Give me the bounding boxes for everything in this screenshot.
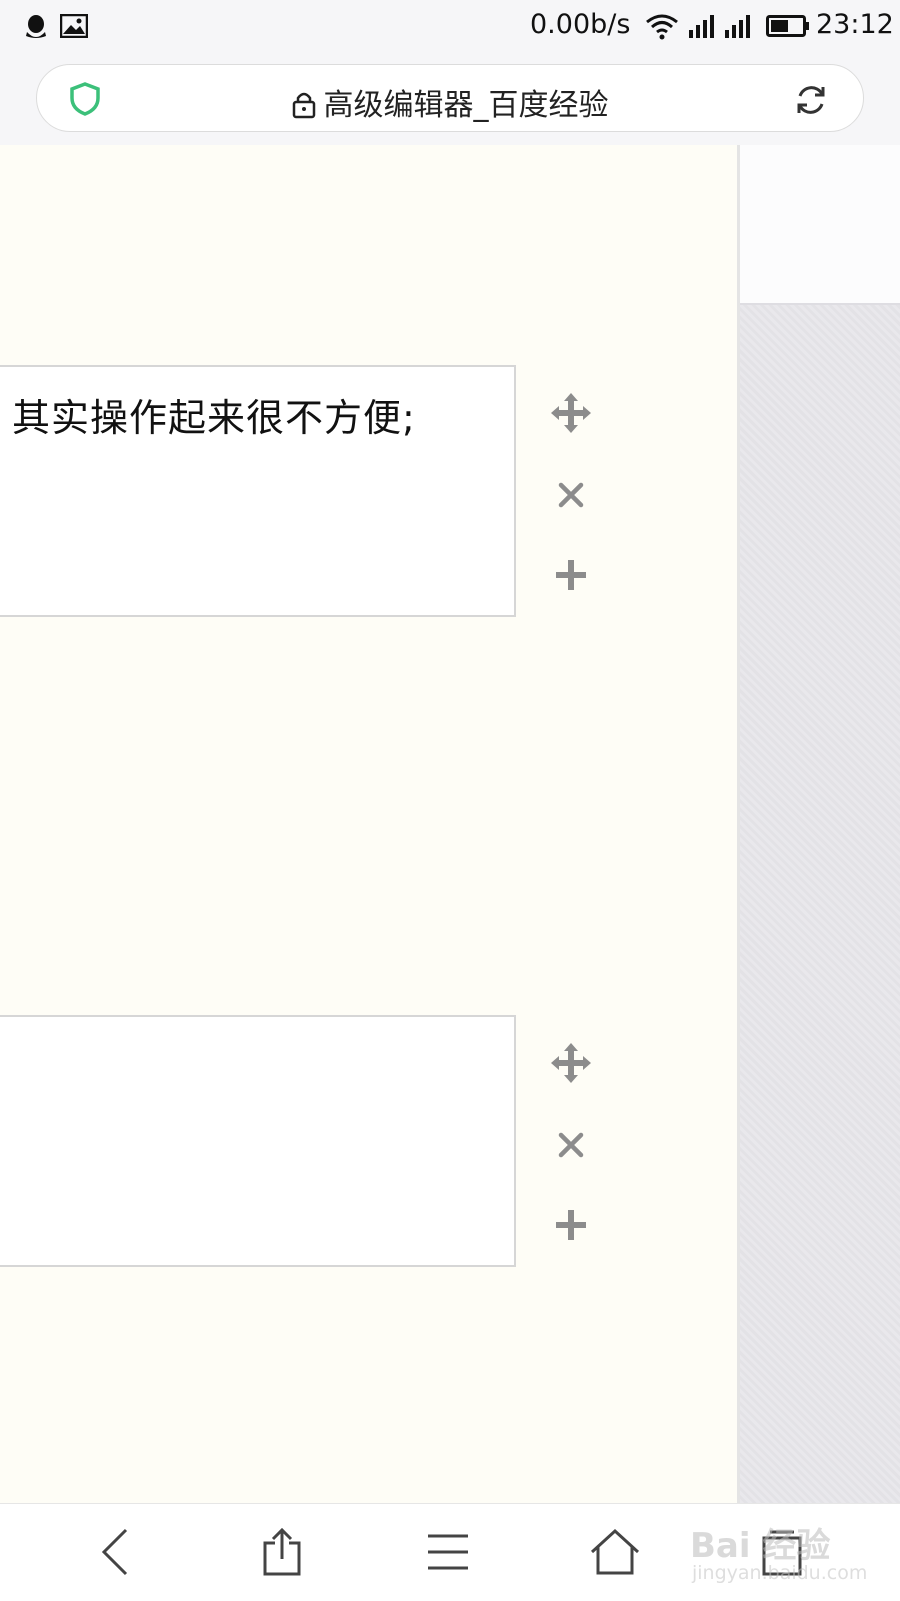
- battery-icon: [766, 15, 810, 41]
- menu-icon[interactable]: [418, 1524, 478, 1580]
- signal-icon: [688, 14, 718, 42]
- network-speed: 0.00b/s: [530, 9, 631, 40]
- page-title-bar: 高级编辑器_百度经验: [37, 80, 863, 127]
- text-block[interactable]: 其实操作起来很不方便;: [0, 365, 516, 617]
- watermark: Bai 经验 jingyan.baidu.com: [690, 1518, 890, 1588]
- share-icon[interactable]: [252, 1524, 312, 1580]
- move-icon[interactable]: [546, 388, 596, 438]
- move-icon[interactable]: [546, 1038, 596, 1088]
- back-icon[interactable]: [85, 1524, 145, 1580]
- refresh-icon[interactable]: [793, 82, 829, 122]
- signal-icon: [724, 14, 754, 42]
- page-title: 高级编辑器_百度经验: [323, 88, 609, 123]
- status-bar: 0.00b/s 23:12: [0, 0, 900, 54]
- watermark-url: jingyan.baidu.com: [692, 1562, 868, 1584]
- plus-icon[interactable]: [546, 550, 596, 600]
- watermark-brand: Bai 经验: [690, 1526, 831, 1566]
- plus-icon[interactable]: [546, 1200, 596, 1250]
- lock-icon: [292, 91, 316, 127]
- address-bar[interactable]: 高级编辑器_百度经验: [36, 64, 864, 132]
- clock: 23:12: [816, 9, 894, 40]
- image-icon: [59, 13, 89, 42]
- text-block[interactable]: [0, 1015, 516, 1267]
- qq-icon: [24, 14, 48, 44]
- close-icon[interactable]: [546, 470, 596, 520]
- right-panel-header: [740, 145, 900, 305]
- right-panel: [740, 145, 900, 1503]
- close-icon[interactable]: [546, 1120, 596, 1170]
- wifi-icon: [645, 12, 679, 44]
- home-icon[interactable]: [585, 1524, 645, 1580]
- editor-area: 其实操作起来很不方便;: [0, 145, 738, 1503]
- text-block-content[interactable]: 其实操作起来很不方便;: [12, 387, 416, 442]
